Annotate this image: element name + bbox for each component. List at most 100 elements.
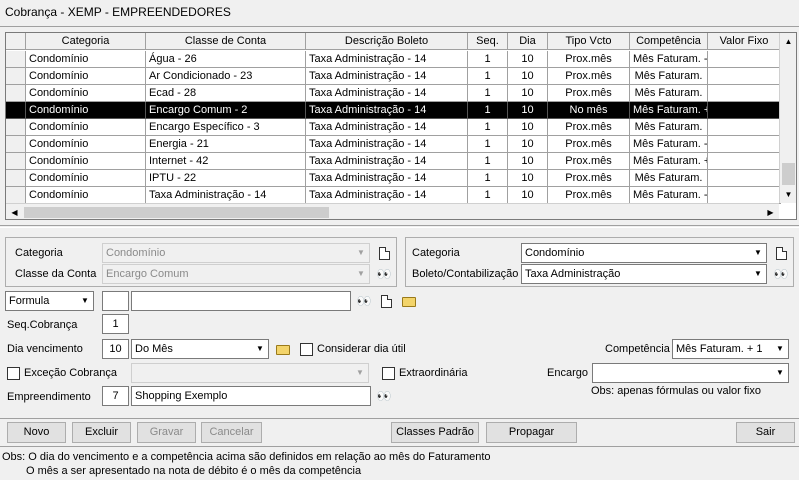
table-row[interactable]: Condomínio Água - 26 Taxa Administração - …	[6, 51, 781, 68]
row-indicator[interactable]	[6, 170, 26, 187]
classe-conta-select-value: Encargo Comum	[106, 268, 189, 280]
chevron-down-icon: ▼	[256, 344, 264, 353]
table-cell: Taxa Administração - 14	[306, 51, 468, 68]
table-row[interactable]: Condomínio Encargo Específico - 3 Taxa Adm…	[6, 119, 781, 136]
footer-obs-line1: Obs: O dia do vencimento e a competência…	[2, 451, 491, 463]
grid-column-header[interactable]: Categoria	[26, 33, 146, 50]
row-indicator[interactable]	[6, 102, 26, 119]
folder-icon[interactable]	[399, 291, 419, 311]
table-cell: 10	[508, 170, 548, 187]
table-cell	[708, 85, 781, 102]
grid-column-header[interactable]: Valor Fixo	[708, 33, 781, 50]
grid-column-header[interactable]: Competência	[630, 33, 708, 50]
row-indicator[interactable]	[6, 51, 26, 68]
table-cell: Taxa Administração - 14	[306, 102, 468, 119]
horizontal-scrollbar[interactable]: ◀ ▶	[6, 203, 779, 219]
horizontal-scroll-thumb[interactable]	[24, 207, 329, 218]
tipo-select-value: Formula	[9, 295, 50, 307]
table-row[interactable]: Condomínio Encargo Comum - 2 Taxa Administ…	[6, 102, 781, 119]
footer-obs-line2: O mês a ser apresentado na nota de débit…	[26, 465, 362, 477]
table-cell: 10	[508, 102, 548, 119]
table-cell: Taxa Administração - 14	[306, 119, 468, 136]
vertical-scroll-thumb[interactable]	[782, 163, 795, 185]
title-separator	[0, 26, 799, 27]
grid-column-header[interactable]: Descrição Boleto	[306, 33, 468, 50]
table-cell: Condomínio	[26, 68, 146, 85]
new-document-icon[interactable]	[771, 243, 791, 263]
table-cell: 10	[508, 119, 548, 136]
table-row[interactable]: Condomínio Energia - 21 Taxa Administração…	[6, 136, 781, 153]
classe-conta-label: Classe da Conta	[15, 268, 97, 280]
table-cell: Mês Faturam.	[630, 170, 708, 187]
seq-cobranca-input[interactable]: 1	[102, 314, 129, 334]
extraordinaria-label: Extraordinária	[399, 367, 468, 379]
formula-code-input[interactable]	[102, 291, 129, 311]
binoculars-icon[interactable]: 👀	[354, 291, 374, 311]
right-categoria-select[interactable]: Condomínio ▼	[521, 243, 767, 263]
table-cell	[708, 102, 781, 119]
grid-column-header[interactable]: Seq.	[468, 33, 508, 50]
vertical-scrollbar[interactable]: ▲ ▼	[779, 33, 796, 203]
footer-separator	[0, 446, 799, 447]
novo-button[interactable]: Novo	[7, 422, 66, 443]
dia-vencimento-input[interactable]: 10	[102, 339, 129, 359]
scroll-up-icon[interactable]: ▲	[780, 33, 796, 50]
grid-column-header[interactable]: Dia	[508, 33, 548, 50]
sair-button[interactable]: Sair	[736, 422, 795, 443]
table-cell: 1	[468, 136, 508, 153]
encargo-select[interactable]: ▼	[592, 363, 789, 383]
empreendimento-code-input[interactable]: 7	[102, 386, 129, 406]
table-cell: Mês Faturam. + 1	[630, 102, 708, 119]
scroll-left-icon[interactable]: ◀	[6, 204, 23, 219]
excecao-cobranca-checkbox[interactable]	[7, 367, 20, 380]
window-title: Cobrança - XEMP - EMPREENDEDORES	[5, 5, 231, 19]
scroll-down-icon[interactable]: ▼	[780, 186, 796, 203]
table-cell: 10	[508, 68, 548, 85]
table-row[interactable]: Condomínio IPTU - 22 Taxa Administração - …	[6, 170, 781, 187]
new-document-icon[interactable]	[376, 291, 396, 311]
extraordinaria-checkbox[interactable]	[382, 367, 395, 380]
new-document-icon[interactable]	[374, 243, 394, 263]
row-indicator[interactable]	[6, 153, 26, 170]
table-cell: Mês Faturam. - 1	[630, 187, 708, 204]
row-indicator[interactable]	[6, 119, 26, 136]
excecao-cobranca-select: ▼	[131, 363, 369, 383]
tipo-select[interactable]: Formula ▼	[5, 291, 94, 311]
table-cell	[708, 136, 781, 153]
row-indicator[interactable]	[6, 187, 26, 204]
binoculars-icon[interactable]: 👀	[771, 264, 791, 284]
grid-column-header[interactable]: Classe de Conta	[146, 33, 306, 50]
row-indicator[interactable]	[6, 85, 26, 102]
propagar-button[interactable]: Propagar	[486, 422, 577, 443]
table-cell: Mês Faturam. + 1	[630, 153, 708, 170]
table-row[interactable]: Condomínio Taxa Administração - 14 Taxa Ad…	[6, 187, 781, 204]
gravar-button[interactable]: Gravar	[137, 422, 196, 443]
row-indicator[interactable]	[6, 136, 26, 153]
chevron-down-icon: ▼	[754, 248, 762, 257]
cancelar-button[interactable]: Cancelar	[201, 422, 262, 443]
table-cell: Energia - 21	[146, 136, 306, 153]
dia-tipo-select[interactable]: Do Mês ▼	[131, 339, 269, 359]
scroll-right-icon[interactable]: ▶	[762, 204, 779, 219]
considerar-dia-util-checkbox[interactable]	[300, 343, 313, 356]
table-cell: Taxa Administração - 14	[306, 187, 468, 204]
classes-padrao-button[interactable]: Classes Padrão	[391, 422, 479, 443]
table-row[interactable]: Condomínio Ecad - 28 Taxa Administração - …	[6, 85, 781, 102]
considerar-dia-util-label: Considerar dia útil	[317, 343, 406, 355]
competencia-select[interactable]: Mês Faturam. + 1 ▼	[672, 339, 789, 359]
grid-column-header[interactable]: Tipo Vcto	[548, 33, 630, 50]
categoria-select: Condomínio ▼	[102, 243, 370, 263]
formula-description-input[interactable]	[131, 291, 351, 311]
excluir-button[interactable]: Excluir	[72, 422, 131, 443]
table-row[interactable]: Condomínio Internet - 42 Taxa Administraçã…	[6, 153, 781, 170]
cobranca-grid[interactable]: Categoria Classe de Conta Descrição Boleto…	[5, 32, 797, 220]
folder-icon[interactable]	[273, 339, 293, 359]
boleto-contabilizacao-select[interactable]: Taxa Administração ▼	[521, 264, 767, 284]
table-row[interactable]: Condomínio Ar Condicionado - 23 Taxa Admin…	[6, 68, 781, 85]
binoculars-icon[interactable]: 👀	[374, 386, 394, 406]
chevron-down-icon: ▼	[776, 368, 784, 377]
table-cell: 1	[468, 119, 508, 136]
row-indicator[interactable]	[6, 68, 26, 85]
binoculars-icon[interactable]: 👀	[374, 264, 394, 284]
empreendimento-name-input[interactable]: Shopping Exemplo	[131, 386, 371, 406]
